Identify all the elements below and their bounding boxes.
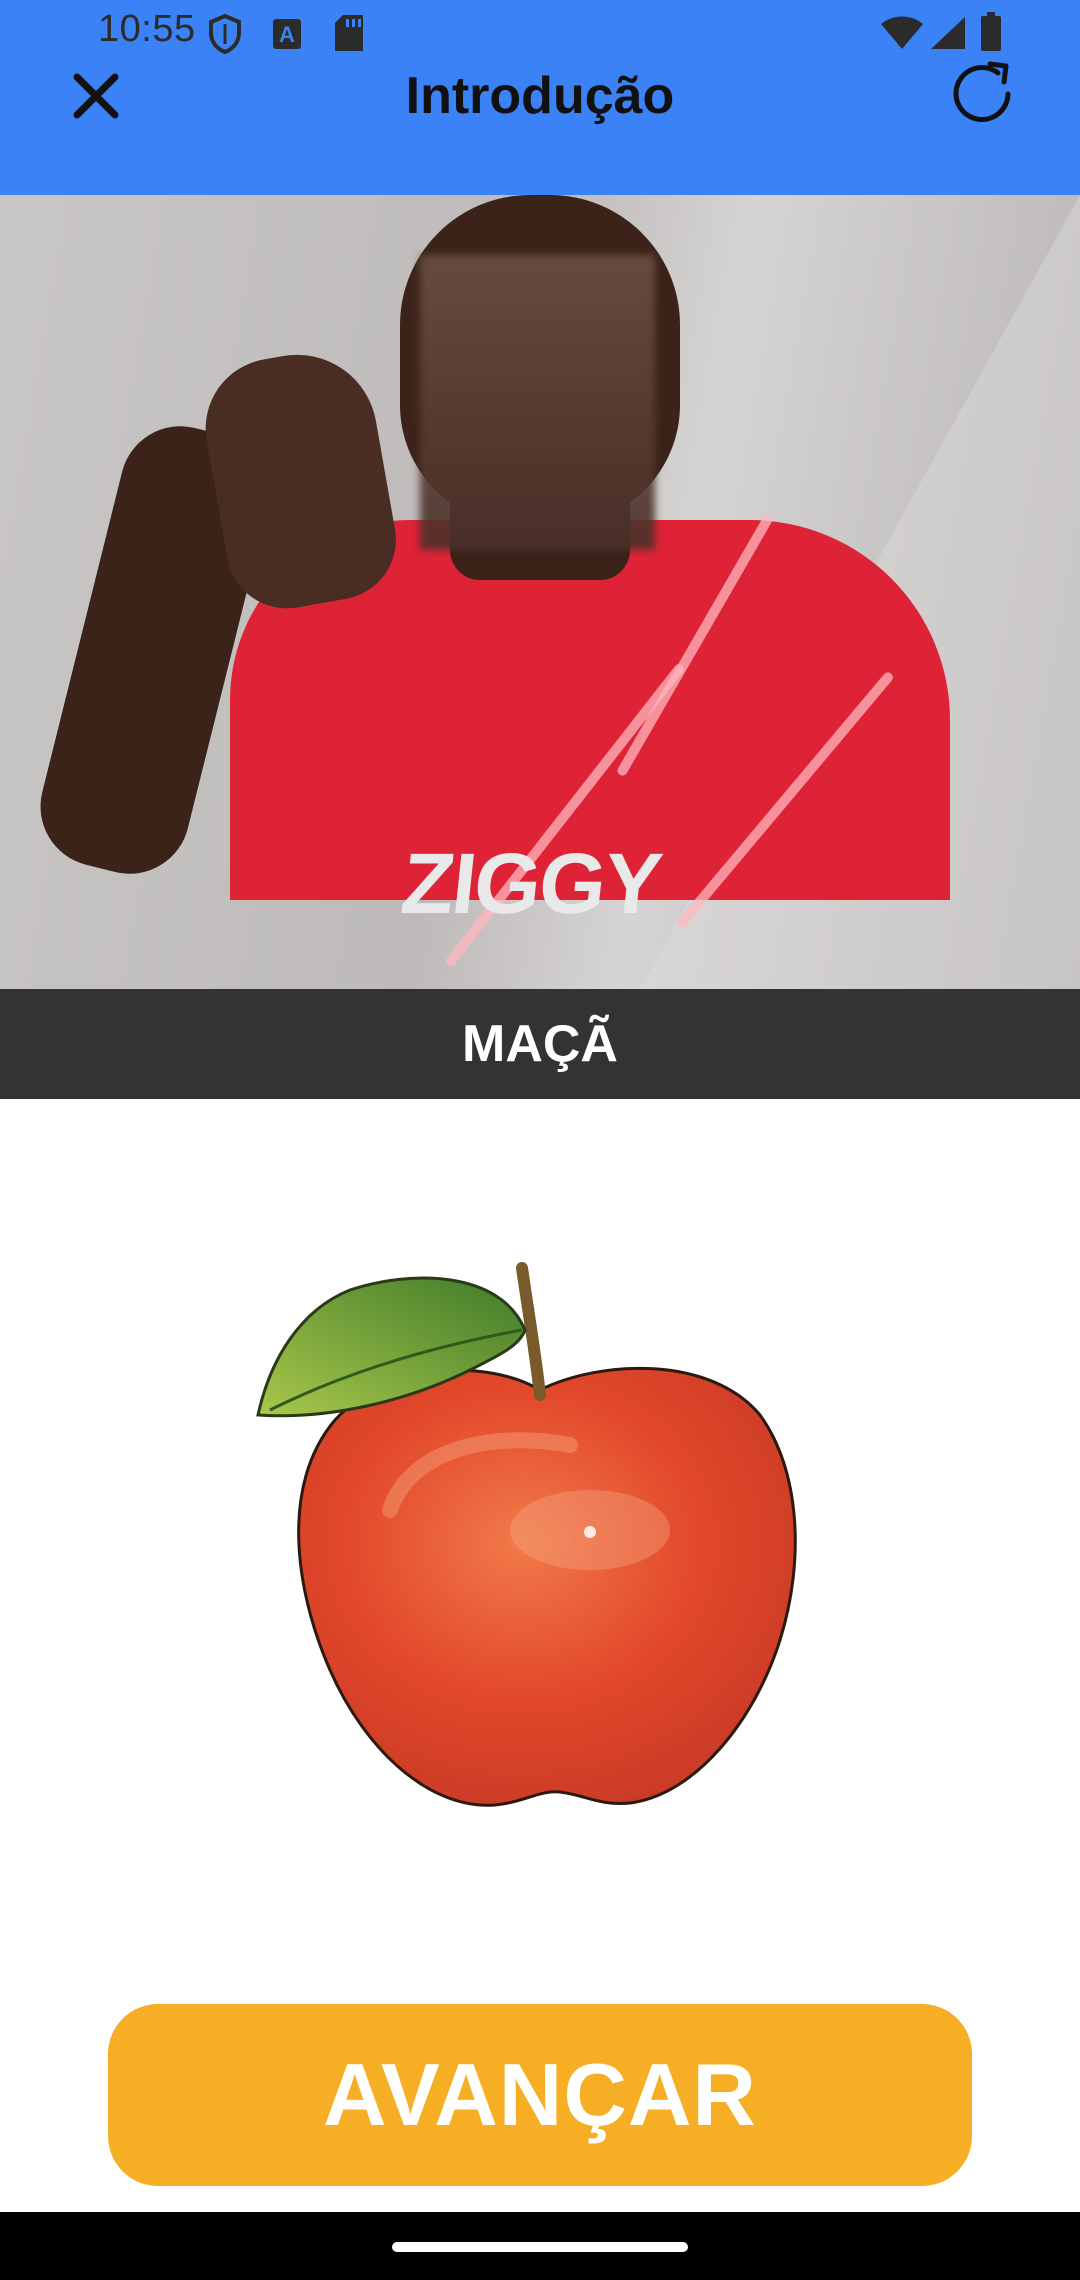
refresh-icon bbox=[944, 56, 1020, 137]
text-a-icon: A bbox=[272, 18, 302, 55]
status-time: 10:55 bbox=[98, 8, 196, 50]
wifi-icon bbox=[880, 16, 924, 55]
advance-button[interactable]: AVANÇAR bbox=[108, 2004, 972, 2186]
caption-bar: MAÇÃ bbox=[0, 989, 1080, 1099]
shield-icon bbox=[208, 13, 242, 59]
status-bar: 10:55 A bbox=[0, 0, 1080, 66]
app-header: 10:55 A Introdução bbox=[0, 0, 1080, 195]
home-indicator[interactable] bbox=[392, 2242, 688, 2252]
reload-button[interactable] bbox=[932, 46, 1032, 146]
blurred-face bbox=[420, 255, 655, 550]
sd-card-icon bbox=[334, 14, 364, 57]
apple-illustration bbox=[240, 1250, 840, 1850]
apple-icon bbox=[256, 1262, 797, 1807]
page-title: Introdução bbox=[405, 67, 675, 125]
system-nav-bar bbox=[0, 2212, 1080, 2280]
caption-word: MAÇÃ bbox=[462, 1015, 618, 1073]
sign-video-player[interactable]: ZIGGY bbox=[0, 195, 1080, 989]
shirt-logo-text: ZIGGY bbox=[397, 836, 665, 932]
svg-text:A: A bbox=[279, 22, 295, 47]
advance-button-label: AVANÇAR bbox=[323, 2045, 757, 2144]
